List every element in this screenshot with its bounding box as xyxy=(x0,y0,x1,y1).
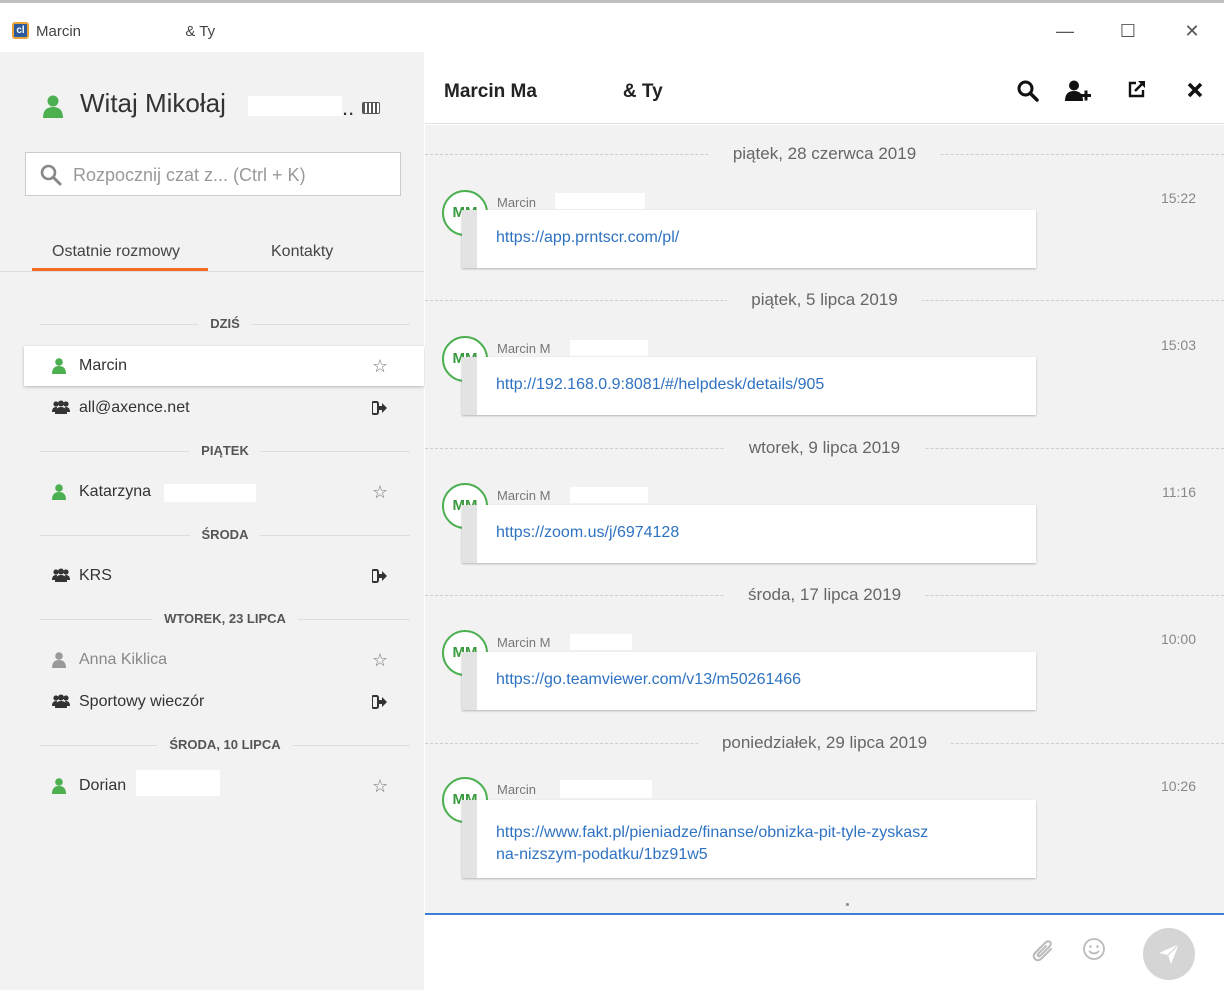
close-icon[interactable] xyxy=(1187,82,1203,98)
user-offline-icon xyxy=(52,652,66,668)
date-separator: WTOREK, 23 LIPCA xyxy=(40,611,410,627)
conversation-item-krs[interactable]: KRS xyxy=(24,556,424,596)
message-time: 15:22 xyxy=(1160,190,1196,206)
message-sender: Marcin M xyxy=(497,488,551,503)
date-divider: piątek, 5 lipca 2019 xyxy=(425,290,1224,310)
conversation-name: Katarzyna xyxy=(79,483,152,500)
chat-title: Marcin Ma & Ty xyxy=(444,81,663,102)
paperclip-icon[interactable] xyxy=(1032,938,1056,964)
group-icon xyxy=(52,400,70,414)
message-sender: Marcin M xyxy=(497,635,551,650)
message-bubble: https://www.fakt.pl/pieniadze/finanse/ob… xyxy=(462,800,1036,878)
conversation-name: Sportowy wieczór xyxy=(79,693,205,710)
tab-contacts[interactable]: Kontakty xyxy=(271,243,333,261)
message-bubble: https://zoom.us/j/6974128 xyxy=(462,505,1036,563)
date-divider: poniedziałek, 29 lipca 2019 xyxy=(425,733,1224,753)
search-input[interactable]: Rozpocznij czat z... (Ctrl + K) xyxy=(25,152,401,196)
star-icon[interactable]: ☆ xyxy=(372,776,388,797)
window-titlebar: cl Marcin & Ty — ☐ ✕ xyxy=(0,0,1224,52)
redacted-surname xyxy=(570,634,632,650)
maximize-button[interactable]: ☐ xyxy=(1113,19,1143,45)
date-divider: wtorek, 9 lipca 2019 xyxy=(425,438,1224,458)
conversation-item-dorian[interactable]: Dorian ☆ xyxy=(24,766,424,806)
send-icon xyxy=(1159,943,1180,964)
message-time: 15:03 xyxy=(1160,337,1196,353)
date-divider: środa, 17 lipca 2019 xyxy=(425,585,1224,605)
user-online-icon xyxy=(52,778,66,794)
sign-out-icon[interactable] xyxy=(372,695,388,709)
external-link-icon[interactable] xyxy=(1128,80,1146,98)
message-link[interactable]: http://192.168.0.9:8081/#/helpdesk/detai… xyxy=(496,376,824,394)
redacted-surname xyxy=(570,487,648,503)
redacted-surname xyxy=(136,770,220,796)
chat-header: Marcin Ma & Ty xyxy=(425,52,1224,124)
message-sender: Marcin xyxy=(497,782,537,797)
star-icon[interactable]: ☆ xyxy=(372,482,388,503)
search-icon[interactable] xyxy=(1017,80,1039,102)
date-separator: PIĄTEK xyxy=(40,443,410,459)
date-separator: ŚRODA, 10 LIPCA xyxy=(40,737,410,753)
window-title: Marcin & Ty xyxy=(36,23,216,40)
message-link[interactable]: https://zoom.us/j/6974128 xyxy=(496,524,679,542)
group-icon xyxy=(52,694,70,708)
message-list[interactable]: piątek, 28 czerwca 2019 MM Marcin 15:22 … xyxy=(425,125,1224,913)
greeting-ellipsis: .. xyxy=(342,95,355,120)
conversation-name: Marcin xyxy=(79,357,128,374)
sign-out-icon[interactable] xyxy=(372,401,388,415)
date-separator: DZIŚ xyxy=(40,316,410,332)
message-link[interactable]: https://app.prntscr.com/pl/ xyxy=(496,229,679,247)
tab-recent-conversations[interactable]: Ostatnie rozmowy xyxy=(52,243,180,261)
user-online-icon xyxy=(52,484,66,500)
date-separator: ŚRODA xyxy=(40,527,410,543)
conversation-item-all-axence[interactable]: all@axence.net xyxy=(24,388,424,428)
send-button[interactable] xyxy=(1143,928,1195,980)
conversation-item-anna-kiklica[interactable]: Anna Kiklica ☆ xyxy=(24,640,424,680)
emoji-icon[interactable] xyxy=(1082,937,1106,961)
tabs-divider xyxy=(0,271,424,272)
sign-out-icon[interactable] xyxy=(372,569,388,583)
star-icon[interactable]: ☆ xyxy=(372,650,388,671)
conversation-name: Anna Kiklica xyxy=(79,651,168,668)
add-user-icon[interactable] xyxy=(1065,80,1091,102)
redacted-surname xyxy=(570,340,648,356)
message-bubble: https://go.teamviewer.com/v13/m50261466 xyxy=(462,652,1036,710)
greeting: Witaj Mikołaj xyxy=(80,88,226,118)
minimize-button[interactable]: — xyxy=(1050,19,1080,45)
redacted-surname xyxy=(555,193,645,209)
conversation-name: KRS xyxy=(79,567,112,584)
group-icon xyxy=(52,568,70,582)
message-bubble: https://app.prntscr.com/pl/ xyxy=(462,210,1036,268)
message-sender: Marcin xyxy=(497,195,537,210)
message-time: 10:00 xyxy=(1160,631,1196,647)
keyboard-icon[interactable] xyxy=(362,102,380,114)
message-bubble: http://192.168.0.9:8081/#/helpdesk/detai… xyxy=(462,357,1036,415)
search-placeholder: Rozpocznij czat z... (Ctrl + K) xyxy=(73,165,306,185)
message-link[interactable]: na-nizszym-podatku/1bz91w5 xyxy=(496,846,708,864)
message-time: 11:16 xyxy=(1162,484,1196,500)
message-link[interactable]: https://www.fakt.pl/pieniadze/finanse/ob… xyxy=(496,824,928,842)
user-online-icon xyxy=(43,95,63,118)
message-link[interactable]: https://go.teamviewer.com/v13/m50261466 xyxy=(496,671,801,689)
user-online-icon xyxy=(52,358,66,374)
scroll-indicator xyxy=(846,903,849,906)
search-icon xyxy=(40,164,62,186)
active-tab-indicator xyxy=(32,268,208,271)
star-icon[interactable]: ☆ xyxy=(372,356,388,377)
redacted-surname xyxy=(138,358,242,376)
conversation-name: all@axence.net xyxy=(79,399,190,416)
redacted-surname xyxy=(248,96,342,116)
redacted-surname xyxy=(164,484,256,502)
date-divider: piątek, 28 czerwca 2019 xyxy=(425,144,1224,164)
message-sender: Marcin M xyxy=(497,341,551,356)
conversation-name: Dorian xyxy=(79,777,127,794)
redacted-surname xyxy=(560,780,652,798)
message-time: 10:26 xyxy=(1160,778,1196,794)
message-input[interactable] xyxy=(425,903,1224,990)
app-logo-icon: cl xyxy=(12,22,29,39)
conversation-item-sportowy-wieczor[interactable]: Sportowy wieczór xyxy=(24,682,424,722)
window-close-button[interactable]: ✕ xyxy=(1177,19,1207,45)
